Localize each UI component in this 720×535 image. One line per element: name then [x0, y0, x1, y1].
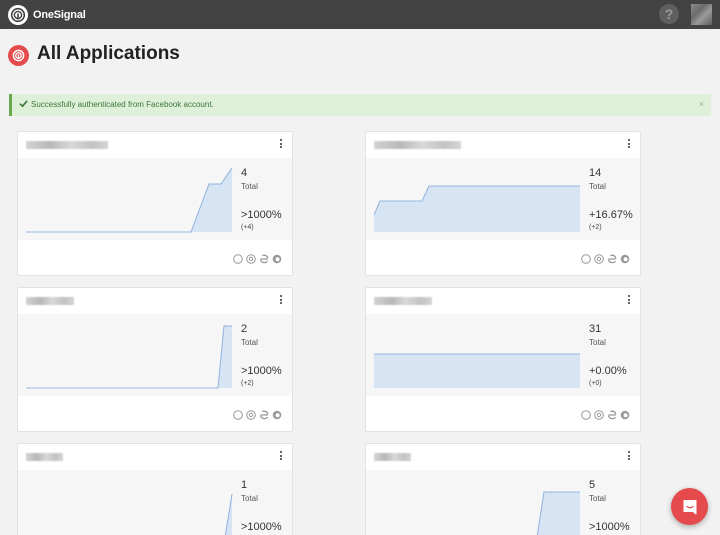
card-header	[18, 288, 292, 314]
growth-percent: >1000%	[589, 521, 630, 533]
growth-percent: +0.00%	[589, 365, 627, 377]
total-count: 31	[589, 323, 602, 335]
app-name-redacted[interactable]	[26, 297, 74, 305]
app-name-redacted[interactable]	[374, 141, 461, 149]
platform-icons	[581, 251, 630, 264]
card-header	[18, 444, 292, 470]
onesignal-logo-icon	[8, 4, 28, 25]
safari-icon	[233, 407, 243, 420]
intercom-chat-icon	[683, 499, 696, 514]
app-card[interactable]: 31 Total +0.00% (+0)	[365, 287, 641, 432]
growth-percent: >1000%	[241, 521, 282, 533]
total-label: Total	[589, 338, 606, 347]
growth-percent: +16.67%	[589, 209, 633, 221]
card-stats: 2 Total >1000% (+2)	[18, 314, 292, 396]
card-header	[366, 444, 640, 470]
card-stats: 1 Total >1000%	[18, 470, 292, 535]
app-card[interactable]: 4 Total >1000% (+4)	[17, 131, 293, 276]
alert-message: Successfully authenticated from Facebook…	[31, 100, 214, 109]
growth-delta: (+2)	[241, 380, 254, 387]
safari-icon	[233, 251, 243, 264]
app-card[interactable]: 2 Total >1000% (+2)	[17, 287, 293, 432]
subscriber-chart	[224, 493, 233, 535]
platform-icons	[233, 407, 282, 420]
card-header	[18, 132, 292, 158]
growth-percent: >1000%	[241, 209, 282, 221]
app-card[interactable]: 14 Total +16.67% (+2)	[365, 131, 641, 276]
brand-name: OneSignal	[33, 8, 86, 21]
growth-percent: >1000%	[241, 365, 282, 377]
edge-icon	[607, 407, 617, 420]
app-name-redacted[interactable]	[374, 453, 411, 461]
more-options-icon[interactable]	[626, 450, 632, 464]
subscriber-chart	[374, 185, 580, 232]
help-button[interactable]: ?	[659, 4, 679, 24]
chrome-icon	[594, 407, 604, 420]
card-stats: 5 Total >1000%	[366, 470, 640, 535]
success-alert: Successfully authenticated from Facebook…	[9, 94, 711, 116]
app-card[interactable]: 5 Total >1000%	[365, 443, 641, 535]
platform-icons	[581, 407, 630, 420]
card-header	[366, 288, 640, 314]
platform-icons	[233, 251, 282, 264]
subscriber-chart	[26, 168, 233, 233]
card-stats: 4 Total >1000% (+4)	[18, 158, 292, 240]
total-count: 2	[241, 323, 248, 335]
total-label: Total	[241, 338, 258, 347]
more-options-icon[interactable]	[626, 294, 632, 308]
total-count: 14	[589, 167, 602, 179]
checkmark-icon	[19, 100, 28, 108]
growth-delta: (+4)	[241, 224, 254, 231]
app-name-redacted[interactable]	[26, 141, 108, 149]
growth-delta: (+0)	[589, 380, 602, 387]
brand[interactable]: OneSignal	[8, 4, 86, 25]
total-label: Total	[241, 494, 258, 503]
total-count: 4	[241, 167, 248, 179]
edge-icon	[259, 407, 269, 420]
chrome-icon	[246, 251, 256, 264]
safari-icon	[581, 407, 591, 420]
chrome-icon	[594, 251, 604, 264]
more-options-icon[interactable]	[626, 138, 632, 152]
card-stats: 14 Total +16.67% (+2)	[366, 158, 640, 240]
total-label: Total	[589, 494, 606, 503]
subscriber-chart	[26, 325, 232, 389]
firefox-icon	[272, 251, 282, 264]
subscriber-chart	[374, 353, 580, 388]
intercom-chat-button[interactable]	[671, 488, 708, 525]
onesignal-app-icon	[8, 45, 29, 66]
more-options-icon[interactable]	[278, 138, 284, 152]
top-navbar: OneSignal ?	[0, 0, 720, 29]
growth-delta: (+2)	[589, 224, 602, 231]
app-card[interactable]: 1 Total >1000%	[17, 443, 293, 535]
card-header	[366, 132, 640, 158]
app-name-redacted[interactable]	[374, 297, 432, 305]
safari-icon	[581, 251, 591, 264]
firefox-icon	[272, 407, 282, 420]
app-name-redacted[interactable]	[26, 453, 63, 461]
close-alert-button[interactable]: ×	[699, 99, 704, 109]
chrome-icon	[246, 407, 256, 420]
avatar[interactable]	[691, 4, 712, 25]
firefox-icon	[620, 407, 630, 420]
total-count: 1	[241, 479, 248, 491]
total-count: 5	[589, 479, 596, 491]
subscriber-chart	[536, 491, 580, 535]
card-stats: 31 Total +0.00% (+0)	[366, 314, 640, 396]
total-label: Total	[589, 182, 606, 191]
more-options-icon[interactable]	[278, 450, 284, 464]
total-label: Total	[241, 182, 258, 191]
edge-icon	[259, 251, 269, 264]
page-title: All Applications	[37, 43, 180, 64]
firefox-icon	[620, 251, 630, 264]
edge-icon	[607, 251, 617, 264]
more-options-icon[interactable]	[278, 294, 284, 308]
